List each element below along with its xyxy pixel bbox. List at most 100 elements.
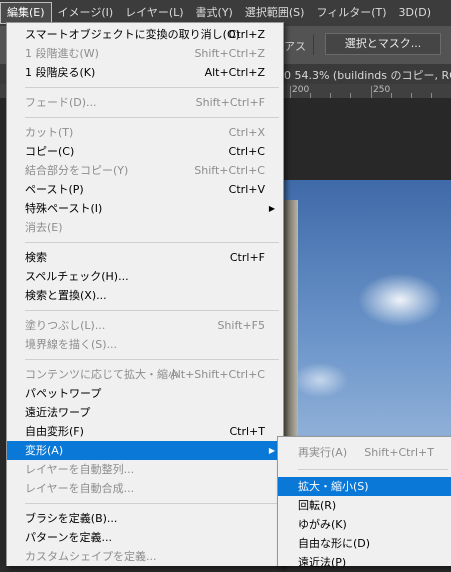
menu-type[interactable]: 書式(Y): [190, 2, 239, 24]
submenu-arrow-icon: ▶: [268, 204, 275, 213]
edit-menu-item: レイヤーを自動合成...: [7, 479, 283, 498]
edit-menu-item[interactable]: パターンを定義...: [7, 528, 283, 547]
edit-menu-item-label: パターンを定義...: [25, 531, 112, 544]
edit-menu-item[interactable]: ブラシを定義(B)...: [7, 509, 283, 528]
edit-menu-item: 塗りつぶし(L)... Shift+F5: [7, 316, 283, 335]
edit-menu-item-label: 変形(A): [25, 444, 64, 457]
transform-submenu-item[interactable]: ゆがみ(K): [278, 515, 451, 534]
edit-menu-item: コンテンツに応じて拡大・縮小 Alt+Shift+Ctrl+C: [7, 365, 283, 384]
transform-submenu-item: 再実行(A) Shift+Ctrl+T: [278, 443, 451, 462]
transform-submenu-item[interactable]: 拡大・縮小(S): [278, 477, 451, 496]
menu-separator: [25, 117, 279, 118]
transform-submenu-item[interactable]: 自由な形に(D): [278, 534, 451, 553]
ruler-label: 250: [373, 85, 391, 95]
menu-layer[interactable]: レイヤー(L): [119, 2, 189, 24]
edit-menu-item-label: 結合部分をコピー(Y): [25, 164, 129, 177]
edit-menu-item[interactable]: 検索 Ctrl+F: [7, 248, 283, 267]
edit-menu-item-label: スペルチェック(H)...: [25, 270, 129, 283]
edit-menu-item-label: レイヤーを自動整列...: [25, 463, 135, 476]
edit-menu-item[interactable]: 特殊ペースト(I) ▶: [7, 199, 283, 218]
options-partial-label: アス: [284, 40, 306, 53]
edit-menu-item[interactable]: 変形(A) ▶: [7, 441, 283, 460]
menu-separator: [25, 87, 279, 88]
edit-menu-item[interactable]: 自由変形(F) Ctrl+T: [7, 422, 283, 441]
edit-menu-item-shortcut: Shift+F5: [217, 319, 265, 332]
edit-menu-item-shortcut: Ctrl+F: [229, 251, 265, 264]
edit-menu-item: フェード(D)... Shift+Ctrl+F: [7, 93, 283, 112]
edit-menu-item-label: カット(T): [25, 126, 74, 139]
menu-image[interactable]: イメージ(I): [52, 2, 120, 24]
transform-submenu-item[interactable]: 回転(R): [278, 496, 451, 515]
edit-menu-item-shortcut: Ctrl+X: [228, 126, 265, 139]
menu-separator: [298, 469, 448, 470]
transform-submenu-item[interactable]: 遠近法(P): [278, 553, 451, 572]
edit-menu-item-label: 消去(E): [25, 221, 63, 234]
options-divider: [313, 35, 314, 55]
edit-menu-item-label: パペットワープ: [25, 387, 102, 400]
edit-menu-item-label: コピー(C): [25, 145, 75, 158]
edit-menu-item-shortcut: Shift+Ctrl+C: [194, 164, 265, 177]
edit-menu-item: カスタムシェイプを定義...: [7, 547, 283, 566]
select-and-mask-button[interactable]: 選択とマスク...: [325, 33, 441, 55]
edit-menu-item-label: カスタムシェイプを定義...: [25, 550, 157, 563]
ruler-tick: [371, 86, 372, 98]
edit-menu-item-label: フェード(D)...: [25, 96, 97, 109]
transform-submenu-item-shortcut: Shift+Ctrl+T: [364, 446, 434, 459]
edit-menu-item[interactable]: スペルチェック(H)...: [7, 267, 283, 286]
edit-menu-item[interactable]: コピー(C) Ctrl+C: [7, 142, 283, 161]
edit-menu-item: カット(T) Ctrl+X: [7, 123, 283, 142]
edit-menu-item-label: レイヤーを自動合成...: [25, 482, 135, 495]
transform-submenu-item-label: 自由な形に(D): [298, 537, 371, 550]
document-tab[interactable]: 0 54.3% (buildinds のコピー, RGB: [284, 67, 451, 83]
menu-separator: [25, 359, 279, 360]
edit-menu-item: 結合部分をコピー(Y) Shift+Ctrl+C: [7, 161, 283, 180]
menu-edit[interactable]: 編集(E): [0, 2, 52, 24]
transform-submenu-item-label: 再実行(A): [298, 446, 348, 459]
ruler-tick: [290, 86, 291, 98]
edit-menu-item-label: スマートオブジェクトに変換の取り消し(O): [25, 28, 240, 41]
edit-menu-item-shortcut: Ctrl+V: [228, 183, 265, 196]
edit-menu-item-label: 特殊ペースト(I): [25, 202, 103, 215]
edit-menu-item[interactable]: 遠近法ワープ: [7, 403, 283, 422]
edit-menu-item-label: 1 段階進む(W): [25, 47, 99, 60]
edit-menu-item-label: ペースト(P): [25, 183, 84, 196]
menu-select[interactable]: 選択範囲(S): [239, 2, 311, 24]
edit-menu-item-shortcut: Alt+Ctrl+Z: [204, 66, 265, 79]
edit-menu-item: 消去(E): [7, 218, 283, 237]
edit-menu-item-label: 検索と置換(X)...: [25, 289, 107, 302]
edit-menu-item-label: コンテンツに応じて拡大・縮小: [25, 368, 179, 381]
menu-separator: [25, 310, 279, 311]
edit-menu-item-label: 自由変形(F): [25, 425, 84, 438]
edit-menu-item[interactable]: パペットワープ: [7, 384, 283, 403]
edit-menu-item[interactable]: 1 段階戻る(K) Alt+Ctrl+Z: [7, 63, 283, 82]
edit-menu-item: 境界線を描く(S)...: [7, 335, 283, 354]
menu-separator: [25, 503, 279, 504]
menu-filter[interactable]: フィルター(T): [310, 2, 392, 24]
edit-menu-item-label: 遠近法ワープ: [25, 406, 91, 419]
edit-menu-item: 1 段階進む(W) Shift+Ctrl+Z: [7, 44, 283, 63]
transform-submenu-item-label: 遠近法(P): [298, 556, 347, 569]
edit-menu-item[interactable]: 検索と置換(X)...: [7, 286, 283, 305]
edit-menu-item[interactable]: スマートオブジェクトに変換の取り消し(O) Ctrl+Z: [7, 25, 283, 44]
edit-menu-item-shortcut: Ctrl+C: [228, 145, 265, 158]
edit-menu-item-shortcut: Ctrl+T: [229, 425, 265, 438]
transform-submenu-item-label: ゆがみ(K): [298, 518, 347, 531]
edit-menu-item: レイヤーを自動整列...: [7, 460, 283, 479]
edit-menu-item[interactable]: ペースト(P) Ctrl+V: [7, 180, 283, 199]
ruler-label: 200: [292, 85, 310, 95]
edit-menu-item-label: 検索: [25, 251, 47, 264]
edit-menu-item-shortcut: Ctrl+Z: [228, 28, 265, 41]
edit-menu-item-shortcut: Shift+Ctrl+F: [195, 96, 265, 109]
edit-menu-item-shortcut: Shift+Ctrl+Z: [194, 47, 265, 60]
edit-menu-item-label: 境界線を描く(S)...: [25, 338, 118, 351]
edit-menu-item-label: ブラシを定義(B)...: [25, 512, 118, 525]
transform-submenu: 再実行(A) Shift+Ctrl+T 拡大・縮小(S) 回転(R) ゆがみ(K) 自由な…: [277, 436, 451, 569]
edit-menu: スマートオブジェクトに変換の取り消し(O) Ctrl+Z 1 段階進む(W) Shif…: [6, 22, 284, 566]
transform-submenu-item-label: 回転(R): [298, 499, 337, 512]
menu-3d[interactable]: 3D(D): [393, 2, 438, 24]
edit-menu-item-label: 塗りつぶし(L)...: [25, 319, 106, 332]
submenu-arrow-icon: ▶: [268, 446, 275, 455]
edit-menu-item-label: 1 段階戻る(K): [25, 66, 96, 79]
menu-separator: [25, 242, 279, 243]
transform-submenu-item-label: 拡大・縮小(S): [298, 480, 369, 493]
